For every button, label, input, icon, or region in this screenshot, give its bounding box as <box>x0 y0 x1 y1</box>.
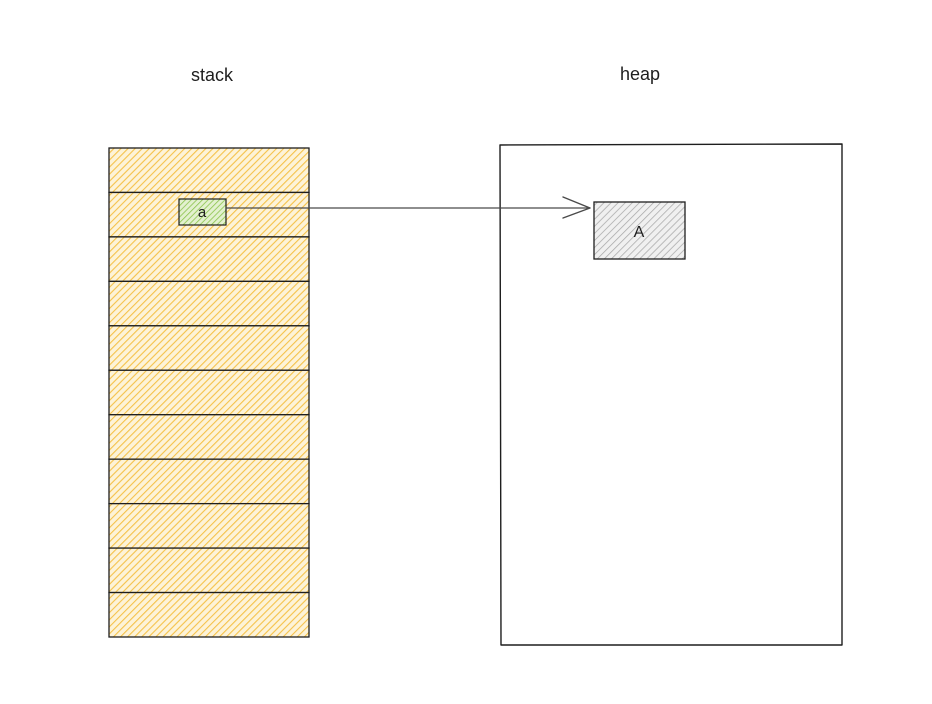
stack-slot <box>108 280 310 327</box>
stack-slot <box>108 147 310 194</box>
object-label: A <box>634 224 645 241</box>
stack-slot <box>108 236 310 283</box>
stack-slot <box>108 502 310 549</box>
stack-title: stack <box>191 65 234 85</box>
stack-slot <box>108 547 310 594</box>
stack-slot <box>108 414 310 460</box>
memory-diagram: stack heap a A <box>108 64 843 646</box>
stack-slot <box>108 458 310 505</box>
heap-object: A <box>593 201 686 260</box>
heap-title: heap <box>620 64 660 84</box>
stack-slot <box>108 369 310 416</box>
stack-variable: a <box>178 198 227 226</box>
stack-slot <box>108 591 310 638</box>
stack-slot <box>108 325 310 371</box>
variable-label: a <box>198 204 207 221</box>
